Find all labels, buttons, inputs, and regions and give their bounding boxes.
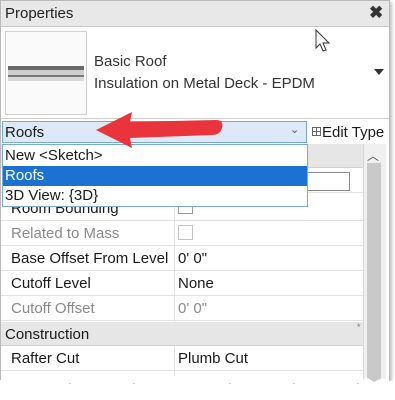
edit-type-icon[interactable] — [312, 127, 321, 136]
scrollbar-thumb[interactable] — [367, 163, 381, 383]
edit-type-button[interactable]: Edit Type — [322, 124, 384, 141]
scroll-up-icon[interactable]: ︿ — [367, 147, 379, 164]
annotation-arrow — [96, 112, 223, 148]
property-row: Cutoff Level None — [1, 271, 363, 296]
group-title: Construction — [5, 326, 90, 343]
chevron-down-icon[interactable]: ⌄ — [290, 123, 299, 136]
mouse-cursor-icon — [315, 29, 331, 52]
chevron-down-icon[interactable] — [374, 69, 384, 75]
property-label: Base Offset From Level — [11, 250, 169, 267]
dropdown-item-selected[interactable]: Roofs — [3, 166, 307, 186]
property-value[interactable]: None — [178, 275, 214, 292]
property-row: Related to Mass — [1, 221, 363, 246]
properties-panel: Properties ✖ Basic Roof Insulation on Me… — [0, 0, 390, 384]
type-family: Basic Roof — [94, 53, 167, 70]
property-value[interactable]: Plumb Cut — [178, 350, 248, 367]
column-divider — [174, 196, 175, 322]
instance-filter-value: Roofs — [5, 124, 45, 141]
dropdown-item[interactable]: 3D View: {3D} — [3, 186, 307, 206]
torn-edge — [0, 376, 395, 400]
property-label: Cutoff Offset — [11, 300, 95, 317]
property-label: Related to Mass — [11, 225, 120, 242]
property-value: 0' 0" — [178, 300, 208, 317]
roof-thumbnail — [5, 31, 87, 115]
property-row: Cutoff Offset 0' 0" — [1, 296, 363, 321]
property-row: Base Offset From Level 0' 0" — [1, 246, 363, 271]
close-icon[interactable]: ✖ — [369, 3, 383, 23]
property-value[interactable]: 0' 0" — [178, 250, 207, 267]
type-name: Insulation on Metal Deck - EPDM — [94, 75, 315, 92]
group-header-construction[interactable]: Construction * — [1, 322, 363, 346]
related-to-mass-checkbox — [178, 225, 193, 240]
collapse-icon[interactable]: * — [357, 322, 361, 332]
dropdown-item[interactable]: New <Sketch> — [3, 146, 307, 166]
title-bar[interactable]: Properties ✖ — [1, 1, 389, 27]
property-label: Cutoff Level — [11, 275, 91, 292]
panel-title: Properties — [5, 5, 74, 22]
property-label: Rafter Cut — [11, 350, 80, 367]
